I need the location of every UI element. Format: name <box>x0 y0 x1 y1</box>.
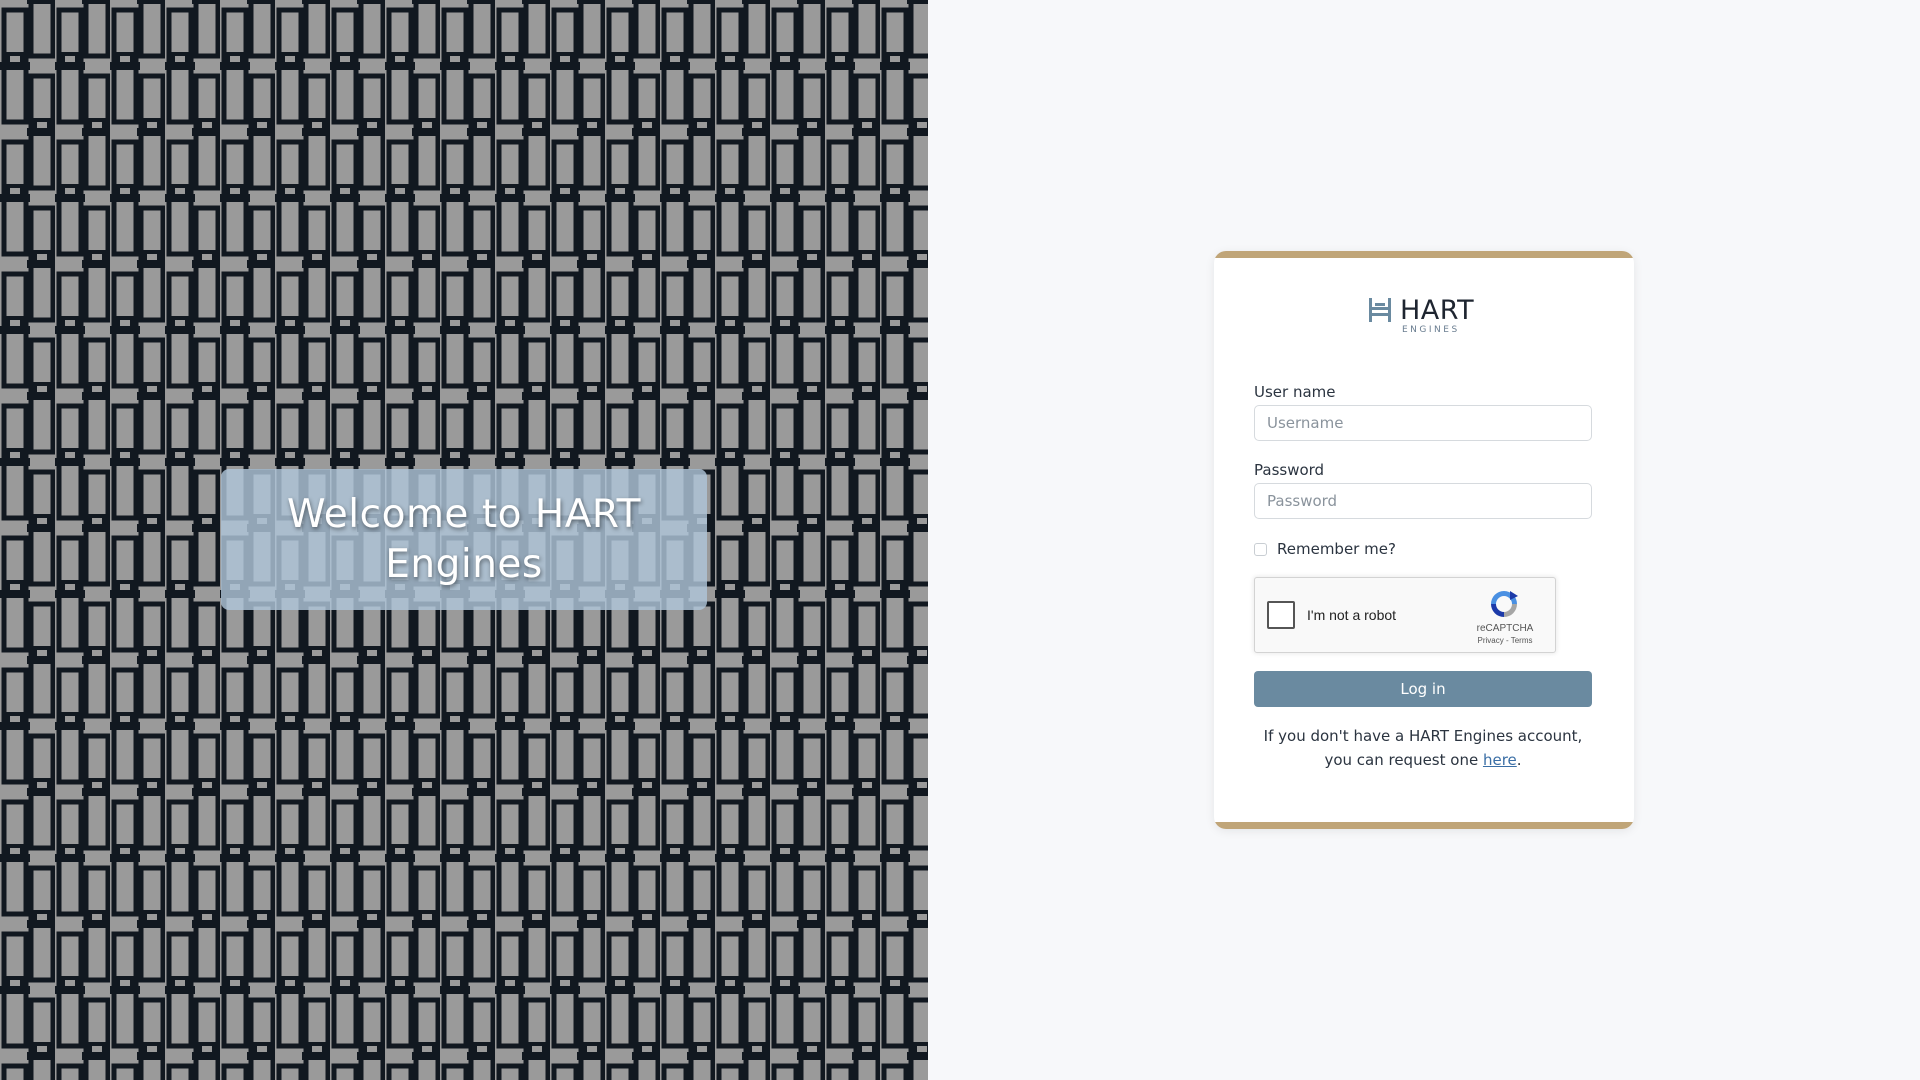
username-label: User name <box>1254 383 1336 401</box>
request-text-before: If you don't have a HART Engines account… <box>1263 727 1583 769</box>
request-account-link[interactable]: here <box>1483 751 1517 769</box>
username-input[interactable] <box>1254 405 1592 441</box>
recaptcha-label: I'm not a robot <box>1307 607 1397 623</box>
recaptcha-widget: I'm not a robot reCAPTCHA Privacy - Term… <box>1254 577 1556 653</box>
recaptcha-checkbox[interactable] <box>1267 601 1295 629</box>
hero-panel: Welcome to HART Engines <box>0 0 928 1080</box>
password-label: Password <box>1254 461 1325 479</box>
remember-me-row: Remember me? <box>1254 539 1396 559</box>
remember-me-label[interactable]: Remember me? <box>1277 540 1396 558</box>
recaptcha-links: Privacy - Terms <box>1467 636 1543 646</box>
request-text-after: . <box>1516 751 1522 769</box>
recaptcha-terms-link[interactable]: Terms <box>1511 636 1533 645</box>
remember-me-checkbox[interactable] <box>1254 542 1267 556</box>
login-card: HART ENGINES User name Password Remember… <box>1214 251 1634 829</box>
recaptcha-separator: - <box>1503 636 1511 645</box>
logo-wordmark: HART <box>1400 295 1475 326</box>
login-page: Welcome to HART Engines HART ENGINES Use… <box>0 0 1920 1080</box>
login-button[interactable]: Log in <box>1254 671 1592 707</box>
recaptcha-brand: reCAPTCHA <box>1476 623 1534 634</box>
logo-subtitle: ENGINES <box>1402 325 1460 335</box>
hart-engines-logo: HART ENGINES <box>1368 295 1484 335</box>
request-account-text: If you don't have a HART Engines account… <box>1254 724 1592 772</box>
recaptcha-privacy-link[interactable]: Privacy <box>1478 636 1504 645</box>
welcome-banner: Welcome to HART Engines <box>221 469 707 610</box>
recaptcha-icon <box>1491 591 1518 617</box>
welcome-title: Welcome to HART Engines <box>287 491 641 587</box>
bed-icon <box>1369 298 1391 322</box>
card-top-accent <box>1214 251 1634 258</box>
password-input[interactable] <box>1254 483 1592 519</box>
card-bottom-accent <box>1214 822 1634 829</box>
